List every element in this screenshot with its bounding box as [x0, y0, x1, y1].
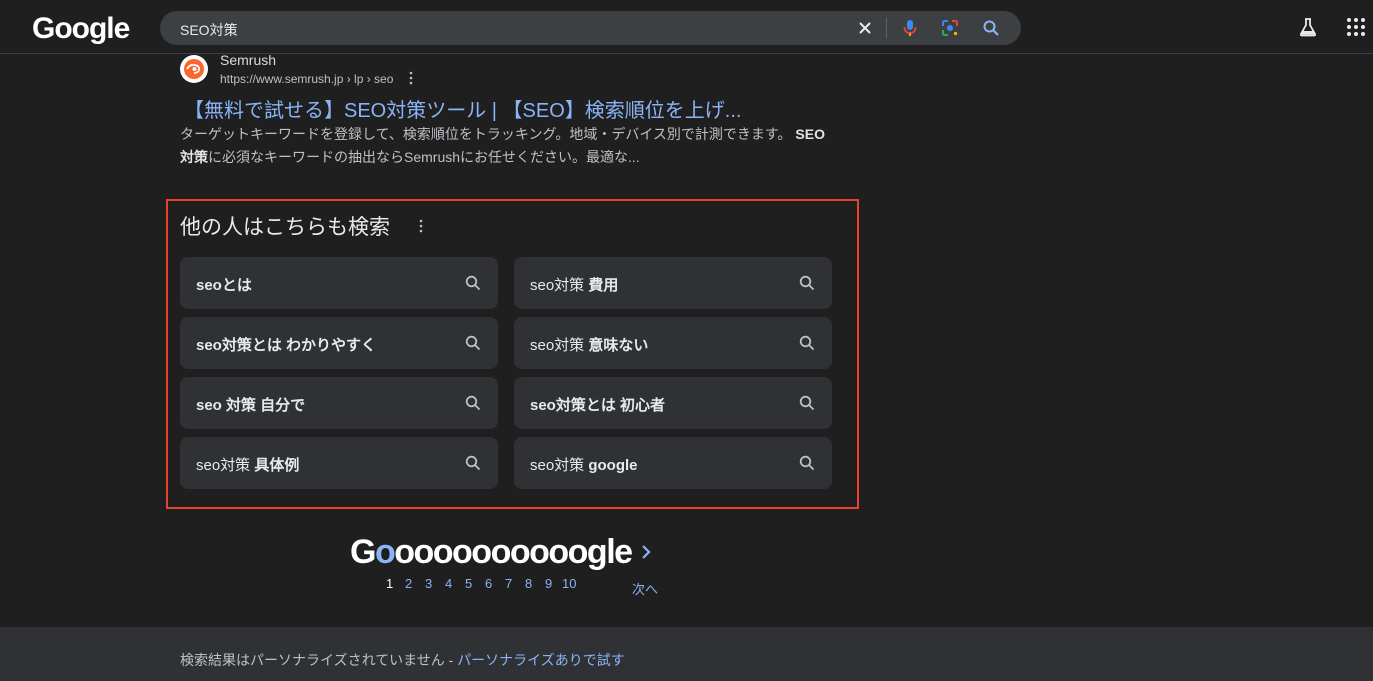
search-results-page: Google SEO対策 Semrush https://www.semrush… — [0, 0, 1373, 681]
related-search-chip[interactable]: seo対策 意味ない — [514, 317, 832, 369]
result-snippet: ターゲットキーワードを登録して、検索順位をトラッキング。地域・デバイス別で計測で… — [180, 123, 840, 169]
chip-text-bold: seo対策とは 初心者 — [530, 397, 666, 414]
result-title-link[interactable]: 【無料で試せる】SEO対策ツール | 【SEO】検索順位を上げ... — [184, 94, 741, 123]
people-also-search-title: 他の人はこちらも検索 — [180, 216, 390, 239]
result-site-name: Semrush — [220, 52, 277, 68]
labs-flask-icon[interactable] — [1297, 16, 1319, 38]
google-logo[interactable]: Google — [32, 12, 130, 46]
logo-rest: oooooooooogle — [394, 533, 633, 571]
page-6-link[interactable]: 6 — [485, 576, 492, 591]
logo-current-o: o — [374, 533, 396, 571]
chip-text-plain: seo対策 — [530, 277, 589, 294]
personalization-notice: 検索結果はパーソナライズされていません - パーソナライズありで試す — [180, 650, 625, 670]
personalization-text: 検索結果はパーソナライズされていません - — [180, 652, 458, 668]
clear-icon[interactable] — [855, 18, 875, 38]
header: Google SEO対策 — [0, 0, 1373, 54]
page-4-link[interactable]: 4 — [445, 576, 452, 591]
search-icon — [465, 275, 481, 291]
related-search-chip[interactable]: seo対策 費用 — [514, 257, 832, 309]
related-search-chip[interactable]: seoとは — [180, 257, 498, 309]
try-personalized-link[interactable]: パーソナライズありで試す — [457, 652, 625, 668]
snippet-bold-1: SEO — [795, 126, 825, 142]
chip-text-bold: seoとは — [196, 277, 252, 294]
page-1: 1 — [386, 576, 394, 591]
search-icon — [465, 395, 481, 411]
result-more-options-icon[interactable] — [406, 71, 416, 85]
chip-text-bold: google — [588, 457, 638, 474]
chip-text-plain: seo対策 — [196, 457, 255, 474]
search-icon — [799, 455, 815, 471]
apps-grid-icon[interactable] — [1345, 16, 1367, 38]
lens-icon[interactable] — [940, 18, 960, 38]
search-icon — [799, 335, 815, 351]
search-icon — [799, 275, 815, 291]
snippet-text-1: ターゲットキーワードを登録して、検索順位をトラッキング。地域・デバイス別で計測で… — [180, 126, 792, 142]
page-5-link[interactable]: 5 — [465, 576, 472, 591]
chip-text-bold: 具体例 — [254, 457, 300, 474]
logo-g: G — [350, 533, 376, 571]
related-search-chip[interactable]: seo 対策 自分で — [180, 377, 498, 429]
microphone-icon[interactable] — [900, 18, 920, 38]
page-10-link[interactable]: 10 — [562, 576, 576, 591]
footer: 検索結果はパーソナライズされていません - パーソナライズありで試す — [0, 627, 1373, 681]
search-box[interactable]: SEO対策 — [160, 11, 1021, 45]
related-search-chip[interactable]: seo対策とは 初心者 — [514, 377, 832, 429]
chip-text-bold: seo 対策 自分で — [196, 397, 306, 414]
search-icon — [465, 455, 481, 471]
next-page-link[interactable]: 次へ — [632, 579, 658, 598]
search-box-divider — [886, 18, 887, 38]
chevron-right-icon[interactable] — [638, 541, 654, 563]
page-2-link[interactable]: 2 — [405, 576, 412, 591]
related-search-chip[interactable]: seo対策とは わかりやすく — [180, 317, 498, 369]
chip-text-bold: seo対策とは わかりやすく — [196, 337, 377, 354]
semrush-logo-icon — [184, 59, 204, 79]
search-icon — [799, 395, 815, 411]
related-search-chip[interactable]: seo対策 google — [514, 437, 832, 489]
semrush-favicon — [180, 55, 208, 83]
search-input[interactable]: SEO対策 — [180, 20, 238, 40]
page-8-link[interactable]: 8 — [525, 576, 532, 591]
snippet-text-2: に必須なキーワードの抽出ならSemrushにお任せください。最適な... — [208, 149, 640, 165]
page-9-link[interactable]: 9 — [545, 576, 552, 591]
result-url: https://www.semrush.jp › lp › seo — [220, 72, 394, 86]
pagination-google-logo: Gooooooooooogle — [350, 533, 633, 573]
people-also-search-more-icon[interactable] — [416, 219, 426, 233]
chip-text-bold: 費用 — [588, 277, 619, 294]
chip-text-plain: seo対策 — [530, 457, 589, 474]
page-3-link[interactable]: 3 — [425, 576, 432, 591]
related-search-chip[interactable]: seo対策 具体例 — [180, 437, 498, 489]
chip-text-plain: seo対策 — [530, 337, 589, 354]
snippet-bold-2: 対策 — [180, 149, 208, 165]
search-icon — [465, 335, 481, 351]
search-icon[interactable] — [981, 18, 1001, 38]
page-7-link[interactable]: 7 — [505, 576, 512, 591]
chip-text-bold: 意味ない — [588, 337, 649, 354]
